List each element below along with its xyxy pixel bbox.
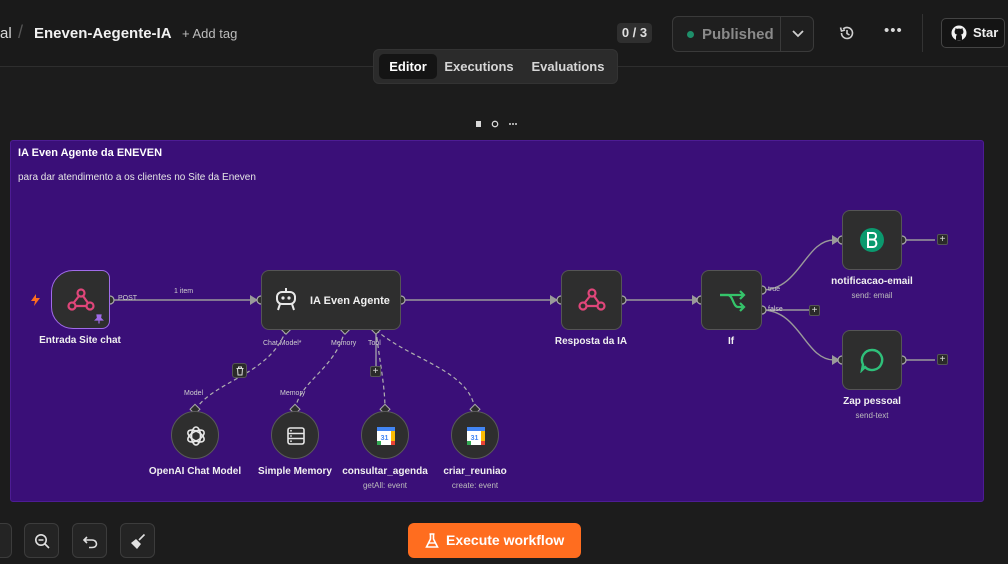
google-calendar-icon: 31 (377, 427, 395, 445)
agent-port-chat-model: Chat Model* (263, 340, 302, 347)
node-zap-pessoal[interactable] (842, 330, 902, 390)
node-label-resposta-da-ia: Resposta da IA (554, 336, 628, 347)
node-label-criar-reuniao: criar_reuniao (443, 466, 507, 477)
published-status-dot (687, 31, 694, 38)
node-entrada-site-chat[interactable] (51, 270, 110, 329)
add-after-email-button[interactable]: + (937, 234, 948, 245)
node-label-notificacao-email: notificacao-email (831, 276, 913, 287)
node-if[interactable] (701, 270, 762, 330)
header-divider (922, 14, 923, 52)
node-simple-memory[interactable] (271, 411, 319, 459)
trigger-bolt-icon (31, 294, 40, 306)
add-tool-button[interactable]: + (370, 366, 381, 377)
node-label-ia-even-agente: IA Even Agente (310, 295, 390, 307)
undo-button[interactable] (72, 523, 107, 558)
node-ia-even-agente[interactable]: IA Even Agente (261, 270, 401, 330)
more-options-icon[interactable]: ••• (884, 22, 903, 39)
node-sub-criar-reuniao: create: event (451, 481, 499, 490)
openai-port-label: Model (184, 390, 204, 397)
sticky-toolbar (476, 120, 517, 128)
if-false-label: false (768, 306, 783, 313)
sticky-title: IA Even Agente da ENEVEN (18, 147, 163, 159)
delete-connection-button[interactable] (232, 363, 247, 378)
star-label: Star (973, 25, 999, 40)
execute-workflow-button[interactable]: Execute workflow (408, 523, 581, 558)
tab-evaluations[interactable]: Evaluations (526, 54, 610, 79)
database-icon (287, 427, 305, 445)
trash-icon (236, 366, 244, 376)
tidy-up-button[interactable] (120, 523, 155, 558)
chat-bubble-icon (860, 348, 884, 373)
svg-text:31: 31 (381, 435, 389, 442)
sticky-note[interactable] (10, 140, 984, 502)
publish-label[interactable]: Published (702, 26, 774, 43)
chevron-down-icon[interactable] (790, 24, 806, 42)
color-icon[interactable] (491, 120, 499, 128)
add-tag-button[interactable]: + Add tag (182, 26, 237, 41)
edge-item-count: 1 item (174, 288, 194, 295)
sticky-description: para dar atendimento a os clientes no Si… (18, 172, 256, 183)
agent-port-tool: Tool (368, 340, 381, 347)
pin-icon (94, 314, 104, 324)
view-tabs: Editor Executions Evaluations (373, 49, 618, 84)
zoom-in-button[interactable] (0, 523, 12, 558)
delete-icon[interactable] (476, 121, 481, 127)
node-resposta-da-ia[interactable] (561, 270, 622, 330)
node-label-if: If (727, 336, 735, 347)
publish-divider (780, 17, 781, 51)
node-criar-reuniao[interactable]: 31 (451, 411, 499, 459)
breadcrumb-separator: / (18, 22, 24, 42)
node-sub-zap-pessoal: send-text (855, 411, 889, 420)
broom-icon (131, 533, 146, 549)
robot-icon (276, 288, 296, 311)
branch-icon (720, 290, 746, 312)
more-icon[interactable] (509, 123, 511, 125)
node-consultar-agenda[interactable]: 31 (361, 411, 409, 459)
agent-port-memory: Memory (331, 340, 357, 347)
node-label-zap-pessoal: Zap pessoal (843, 396, 901, 407)
node-label-entrada-site-chat: Entrada Site chat (39, 335, 121, 346)
openai-icon (187, 426, 205, 446)
node-notificacao-email[interactable] (842, 210, 902, 270)
breadcrumb-project[interactable]: al (0, 25, 12, 42)
webhook-icon (67, 288, 95, 311)
workflow-name[interactable]: Eneven-Aegente-IA (34, 25, 172, 42)
trigger-port-label: POST (118, 295, 138, 302)
github-icon (951, 25, 967, 41)
add-false-branch-button[interactable]: + (809, 305, 820, 316)
node-label-openai-chat-model: OpenAI Chat Model (148, 466, 242, 477)
webhook-icon (578, 288, 606, 311)
tab-editor[interactable]: Editor (379, 54, 437, 79)
flask-icon (425, 533, 439, 548)
zoom-out-button[interactable] (24, 523, 59, 558)
add-after-zap-button[interactable]: + (937, 354, 948, 365)
if-true-label: true (768, 286, 781, 293)
svg-text:31: 31 (471, 435, 479, 442)
undo-icon (82, 536, 98, 549)
history-icon[interactable] (838, 24, 856, 42)
publish-dropdown[interactable]: Published (672, 16, 814, 52)
node-openai-chat-model[interactable] (171, 411, 219, 459)
zoom-out-icon (35, 534, 50, 549)
memory-port-label: Memory (280, 390, 306, 397)
google-calendar-icon: 31 (467, 427, 485, 445)
evaluation-counter: 0 / 3 (617, 23, 652, 43)
execute-workflow-label: Execute workflow (446, 532, 565, 548)
tab-executions[interactable]: Executions (442, 54, 516, 79)
node-sub-notificacao-email: send: email (851, 291, 893, 300)
github-star-button[interactable]: Star (941, 18, 1005, 48)
brevo-icon (860, 228, 884, 252)
